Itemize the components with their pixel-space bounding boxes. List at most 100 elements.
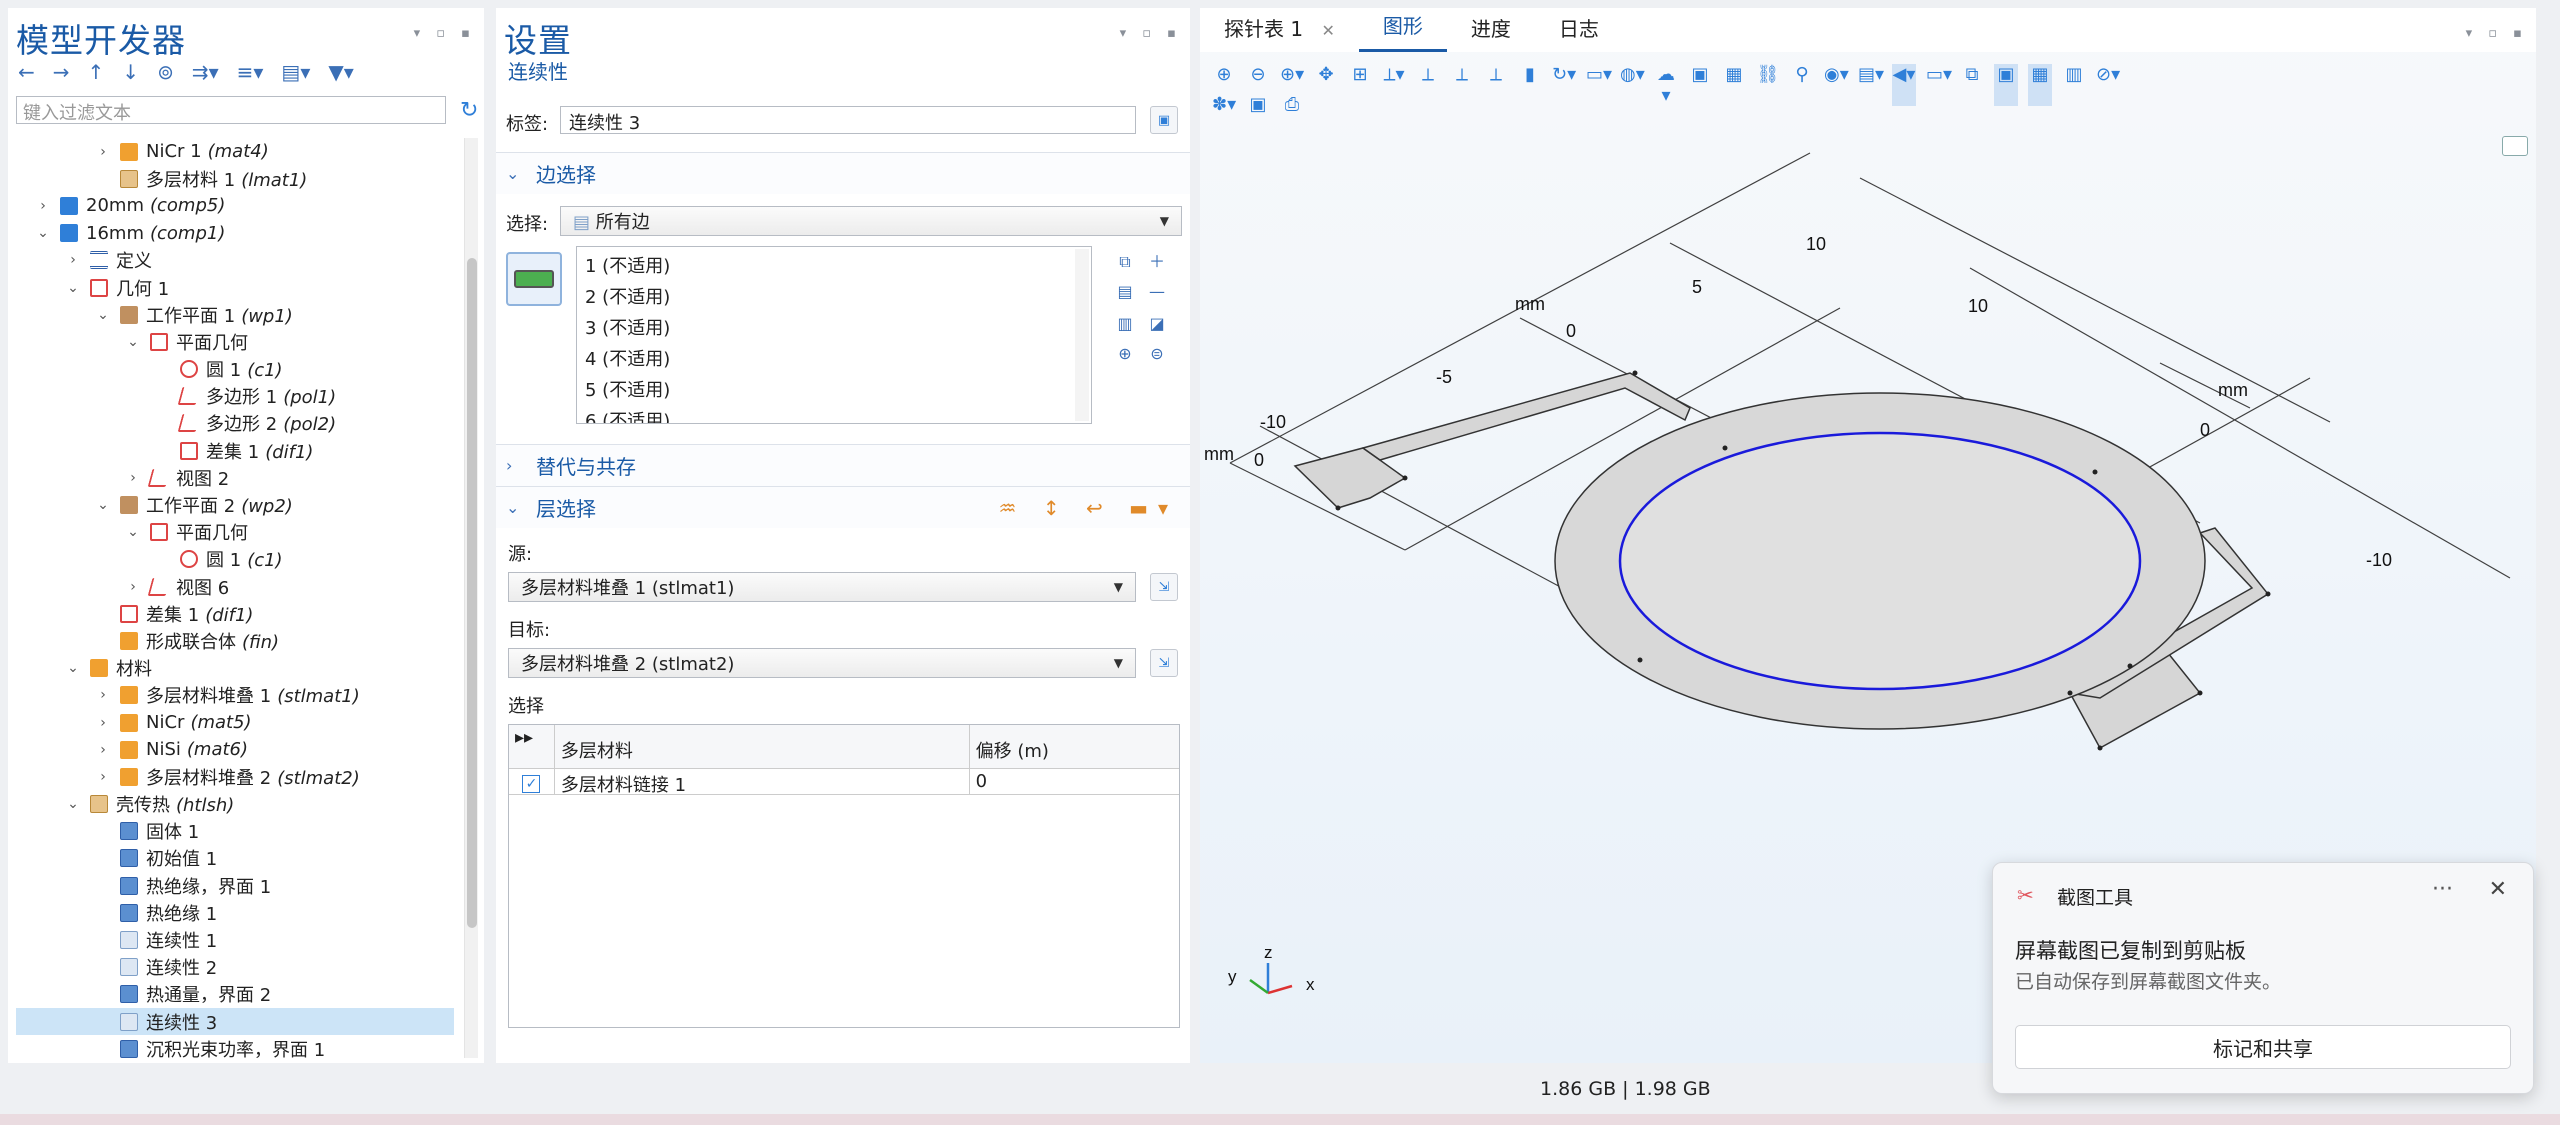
- chevron-right-icon[interactable]: ›: [94, 715, 112, 731]
- copy-selection-icon[interactable]: ▤: [1112, 276, 1138, 307]
- clear-selection-icon[interactable]: ▥: [1112, 308, 1138, 339]
- tree-item[interactable]: › 20mm (comp5): [16, 192, 454, 219]
- show-selection-icon[interactable]: ⊜: [1144, 338, 1170, 369]
- tree-item[interactable]: 热绝缘 1: [16, 899, 454, 926]
- chevron-right-icon[interactable]: ›: [124, 579, 142, 595]
- source-combo[interactable]: 多层材料堆叠 1 (stlmat1) ▼: [508, 572, 1136, 602]
- tree-item[interactable]: 沉积光束功率，界面 1: [16, 1035, 454, 1058]
- disc-inner-edge[interactable]: [1618, 431, 2142, 691]
- tree-item[interactable]: 形成联合体 (fin): [16, 627, 454, 654]
- label-field[interactable]: 连续性 3: [560, 106, 1136, 134]
- tree-item[interactable]: › 视图 2: [16, 464, 454, 491]
- tree-item[interactable]: › 多层材料堆叠 1 (stlmat1): [16, 682, 454, 709]
- tree-item[interactable]: ⌄ 平面几何: [16, 328, 454, 355]
- list-item[interactable]: 1 (不适用): [585, 251, 1083, 282]
- tree-item[interactable]: ⌄ 几何 1: [16, 274, 454, 301]
- chevron-down-icon[interactable]: ⌄: [124, 334, 142, 350]
- tree-item[interactable]: ⌄ 壳传热 (htlsh): [16, 791, 454, 818]
- remove-icon[interactable]: —: [1144, 276, 1170, 307]
- edge-list[interactable]: 1 (不适用) 2 (不适用) 3 (不适用) 4 (不适用) 5 (不适用) …: [576, 246, 1092, 424]
- list-item[interactable]: 5 (不适用): [585, 375, 1083, 406]
- panel-window-buttons[interactable]: ▾ ▫ ▪: [414, 26, 476, 41]
- tree-item[interactable]: › NiCr (mat5): [16, 709, 454, 736]
- source-goto-icon[interactable]: ⇲: [1150, 573, 1178, 601]
- active-toggle-button[interactable]: [506, 252, 562, 306]
- tree-item[interactable]: ⌄ 16mm (comp1): [16, 220, 454, 247]
- filter-icon[interactable]: ▼▾: [328, 60, 353, 84]
- refresh-icon[interactable]: ↻: [460, 98, 478, 123]
- tree-item[interactable]: › NiSi (mat6): [16, 736, 454, 763]
- tree-item[interactable]: 圆 1 (c1): [16, 356, 454, 383]
- chevron-down-icon[interactable]: ⌄: [64, 660, 82, 676]
- tree-scrollbar[interactable]: [464, 138, 478, 1058]
- chevron-right-icon[interactable]: ›: [94, 742, 112, 758]
- expand-icon[interactable]: ⇉▾: [192, 60, 219, 84]
- list-item[interactable]: 6 (不适用): [585, 406, 1083, 423]
- tree-item[interactable]: › 视图 6: [16, 573, 454, 600]
- tree-item[interactable]: › NiCr 1 (mat4): [16, 138, 454, 165]
- tree-item[interactable]: › 多层材料堆叠 2 (stlmat2): [16, 763, 454, 790]
- tree-item[interactable]: ⌄ 平面几何: [16, 519, 454, 546]
- tree-item[interactable]: 差集 1 (dif1): [16, 600, 454, 627]
- selection-combo[interactable]: ▤ 所有边 ▼: [560, 206, 1182, 236]
- tree-item[interactable]: 连续性 2: [16, 954, 454, 981]
- tree-item[interactable]: › 定义: [16, 247, 454, 274]
- tree-item[interactable]: 差集 1 (dif1): [16, 437, 454, 464]
- target-combo[interactable]: 多层材料堆叠 2 (stlmat2) ▼: [508, 648, 1136, 678]
- chevron-down-icon[interactable]: ⌄: [94, 307, 112, 323]
- tree-item[interactable]: ⌄ 工作平面 1 (wp1): [16, 301, 454, 328]
- layer-selection-header[interactable]: ⌄ 层选择 ♒ ↕ ↩ ▬▾: [496, 486, 1190, 528]
- chevron-down-icon[interactable]: ⌄: [94, 497, 112, 513]
- list-item[interactable]: 2 (不适用): [585, 282, 1083, 313]
- move-up-icon[interactable]: ↑: [88, 60, 105, 84]
- markup-share-button[interactable]: 标记和共享: [2015, 1025, 2511, 1069]
- layer-table[interactable]: ▸▸ 多层材料 偏移 (m) ✓ 多层材料链接 1 0: [508, 724, 1180, 1028]
- forward-arrow-icon[interactable]: →: [53, 60, 70, 84]
- zoom-selection-icon[interactable]: ⊕: [1112, 338, 1138, 369]
- column-header[interactable]: 偏移 (m): [970, 725, 1179, 768]
- tree-item[interactable]: 多边形 2 (pol2): [16, 410, 454, 437]
- view-options-icon[interactable]: ▤▾: [281, 60, 310, 84]
- tree-item[interactable]: 初始值 1: [16, 845, 454, 872]
- chevron-right-icon[interactable]: ›: [64, 252, 82, 268]
- tree-item[interactable]: 多层材料 1 (lmat1): [16, 165, 454, 192]
- list-item[interactable]: 3 (不适用): [585, 313, 1083, 344]
- chevron-down-icon[interactable]: ⌄: [124, 524, 142, 540]
- override-section-header[interactable]: › 替代与共存: [496, 444, 1190, 486]
- layer-tools-icon[interactable]: ♒ ↕ ↩ ▬▾: [999, 496, 1178, 520]
- paste-selection-icon[interactable]: ⧉: [1112, 246, 1138, 277]
- tree-item[interactable]: 圆 1 (c1): [16, 546, 454, 573]
- column-header[interactable]: 多层材料: [555, 725, 970, 768]
- chevron-down-icon[interactable]: ⌄: [34, 225, 52, 241]
- move-down-icon[interactable]: ↓: [122, 60, 139, 84]
- chevron-right-icon[interactable]: ›: [94, 769, 112, 785]
- tree-item[interactable]: 热绝缘，界面 1: [16, 872, 454, 899]
- chevron-down-icon[interactable]: ⌄: [64, 796, 82, 812]
- chevron-right-icon[interactable]: ›: [34, 198, 52, 214]
- back-arrow-icon[interactable]: ←: [18, 60, 35, 84]
- tree-item[interactable]: ⌄ 工作平面 2 (wp2): [16, 491, 454, 518]
- collapse-icon[interactable]: ≡▾: [237, 60, 264, 84]
- list-scrollbar[interactable]: [1075, 249, 1089, 421]
- tree-item[interactable]: 固体 1: [16, 818, 454, 845]
- invert-selection-icon[interactable]: ◪: [1144, 308, 1170, 339]
- tree-item[interactable]: 热通量，界面 2: [16, 981, 454, 1008]
- model-tree[interactable]: › NiCr 1 (mat4) 多层材料 1 (lmat1) › 20mm (comp5) ⌄ 1…: [16, 138, 454, 1058]
- target-goto-icon[interactable]: ⇲: [1150, 649, 1178, 677]
- more-options-icon[interactable]: ···: [2432, 877, 2453, 902]
- tree-item[interactable]: 多边形 1 (pol1): [16, 383, 454, 410]
- edge-selection-header[interactable]: ⌄ 边选择: [496, 152, 1190, 194]
- add-icon[interactable]: ＋: [1144, 246, 1170, 277]
- chevron-down-icon[interactable]: ⌄: [64, 280, 82, 296]
- tree-item[interactable]: 连续性 3: [16, 1008, 454, 1036]
- tree-item[interactable]: ⌄ 材料: [16, 655, 454, 682]
- checkbox-checked-icon[interactable]: ✓: [522, 775, 541, 793]
- chevron-right-icon[interactable]: ›: [124, 470, 142, 486]
- panel-window-buttons[interactable]: ▾ ▫ ▪: [1120, 26, 1182, 41]
- label-action-icon[interactable]: ▣: [1150, 106, 1178, 134]
- tree-item[interactable]: 连续性 1: [16, 926, 454, 953]
- chevron-right-icon[interactable]: ›: [94, 144, 112, 160]
- close-icon[interactable]: ✕: [2489, 877, 2507, 902]
- list-item[interactable]: 4 (不适用): [585, 344, 1083, 375]
- filter-input[interactable]: 键入过滤文本: [16, 96, 446, 124]
